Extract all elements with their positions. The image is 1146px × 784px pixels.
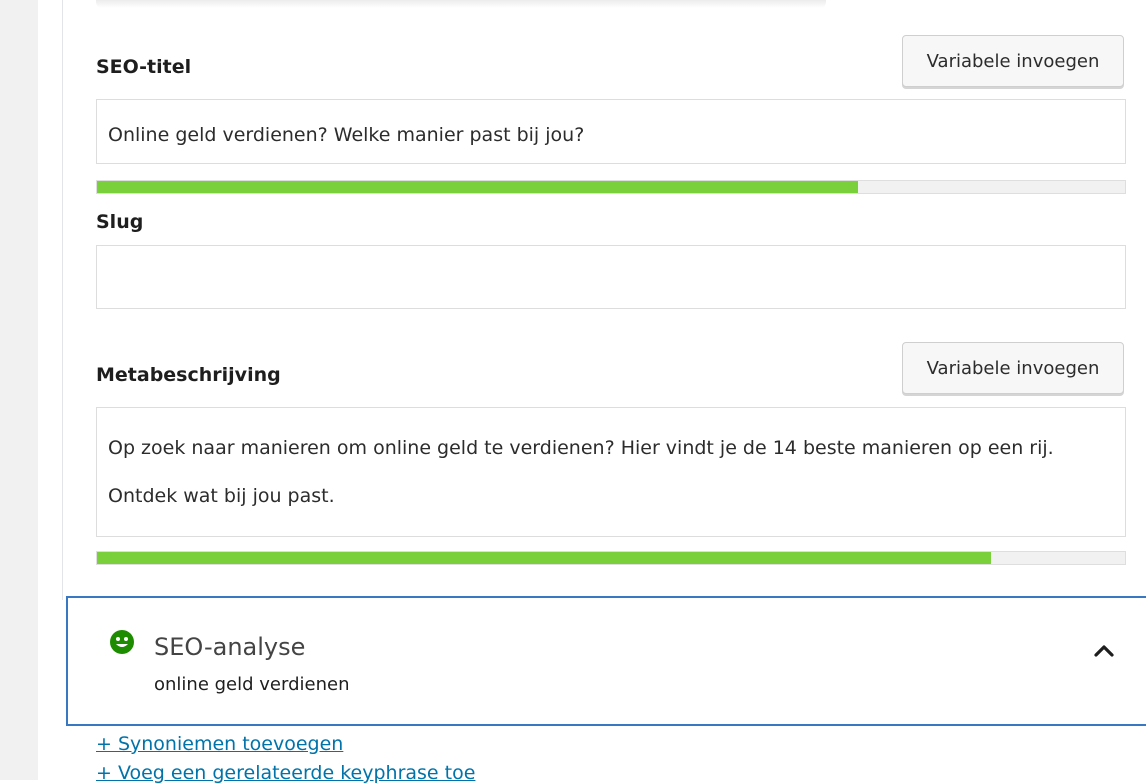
meta-description-progress-fill [97, 552, 992, 564]
meta-description-value: Op zoek naar manieren om online geld te … [108, 437, 1054, 507]
add-synonyms-link[interactable]: + Synoniemen toevoegen [96, 733, 343, 755]
seo-title-progress-fill [97, 181, 858, 193]
chevron-up-icon[interactable] [1089, 638, 1119, 662]
meta-description-progress-bar [96, 551, 1126, 565]
left-gutter [0, 0, 38, 780]
slug-input[interactable] [96, 245, 1126, 309]
add-related-keyphrase-link[interactable]: + Voeg een gerelateerde keyphrase toe [96, 762, 475, 784]
insert-variable-button-meta[interactable]: Variabele invoegen [902, 342, 1124, 394]
seo-title-input[interactable]: Online geld verdienen? Welke manier past… [96, 99, 1126, 164]
seo-title-progress-bar [96, 180, 1126, 194]
meta-description-input[interactable]: Op zoek naar manieren om online geld te … [96, 407, 1126, 537]
seo-analysis-title: SEO-analyse [154, 633, 306, 661]
seo-analysis-panel[interactable]: SEO-analyse online geld verdienen [66, 596, 1146, 726]
seo-title-label: SEO-titel [96, 56, 192, 78]
slug-label: Slug [96, 211, 144, 233]
panel-divider [62, 0, 63, 600]
seo-title-value: Online geld verdienen? Welke manier past… [108, 124, 585, 146]
preview-card-edge [96, 0, 826, 8]
smiley-face-icon [110, 630, 134, 654]
insert-variable-button-title[interactable]: Variabele invoegen [902, 35, 1124, 87]
meta-description-label: Metabeschrijving [96, 364, 281, 386]
seo-analysis-keyphrase: online geld verdienen [154, 674, 350, 695]
